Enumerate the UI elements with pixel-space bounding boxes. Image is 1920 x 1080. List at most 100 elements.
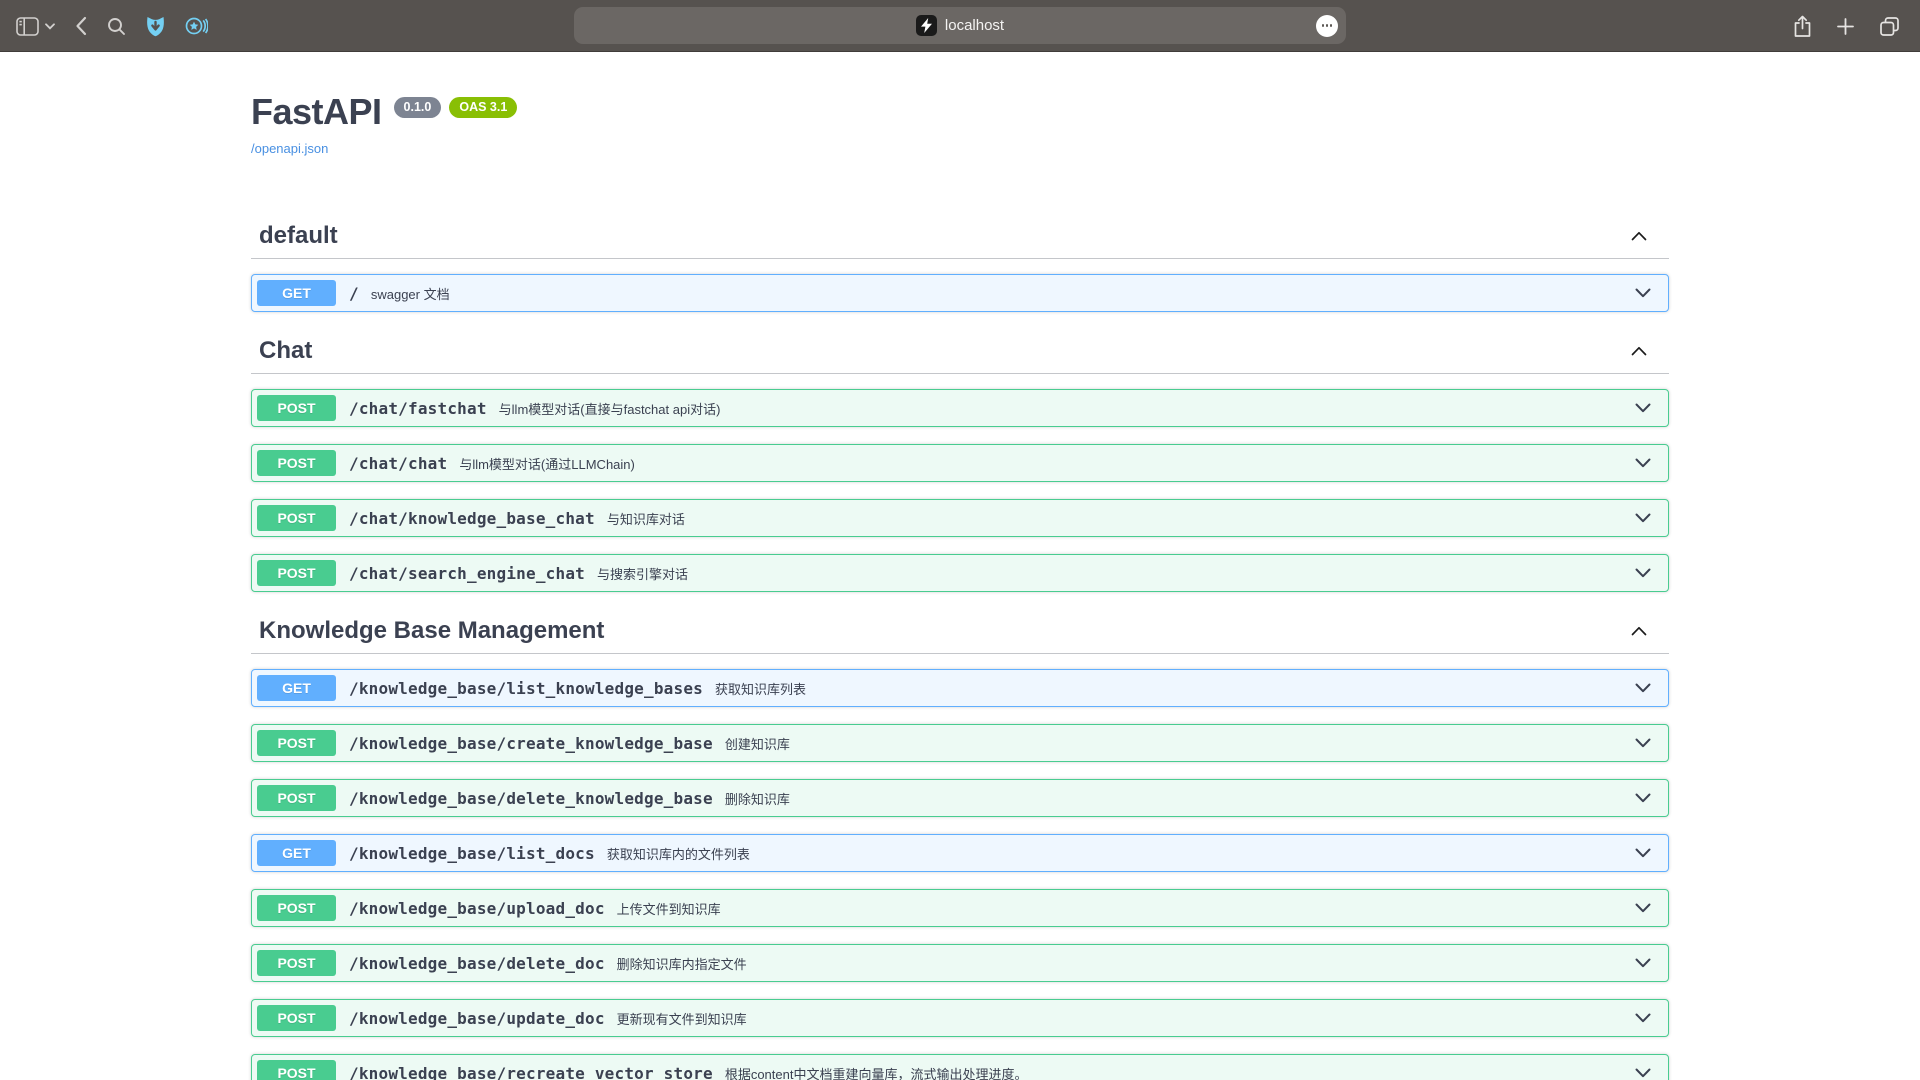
http-method-badge: POST <box>257 395 336 421</box>
back-button[interactable] <box>75 16 87 36</box>
api-operation-row: POST /knowledge_base/create_knowledge_ba… <box>251 724 1669 762</box>
operation-path: /knowledge_base/list_knowledge_bases <box>349 679 703 698</box>
api-operation-row: POST /chat/search_engine_chat 与搜索引擎对话 <box>251 554 1669 592</box>
operation-path: /knowledge_base/list_docs <box>349 844 595 863</box>
version-badge: 0.1.0 <box>394 97 442 118</box>
operation-path: /chat/chat <box>349 454 447 473</box>
operation-description: 获取知识库列表 <box>715 679 1623 698</box>
operation-description: 与知识库对话 <box>607 509 1623 528</box>
chevron-down-icon <box>1635 403 1651 413</box>
http-method-badge: GET <box>257 840 336 866</box>
http-method-badge: POST <box>257 450 336 476</box>
tab-overview-button[interactable] <box>1879 16 1900 37</box>
operation-description: 获取知识库内的文件列表 <box>607 844 1623 863</box>
api-sections: default GET / swagger 文档 <box>251 214 1669 1080</box>
expand-operation-button[interactable] <box>1623 793 1663 803</box>
api-operation-row: POST /knowledge_base/delete_doc 删除知识库内指定… <box>251 944 1669 982</box>
operation-summary[interactable]: POST /knowledge_base/create_knowledge_ba… <box>252 725 1668 761</box>
operation-path: /chat/knowledge_base_chat <box>349 509 595 528</box>
api-operation-row: POST /chat/knowledge_base_chat 与知识库对话 <box>251 499 1669 537</box>
expand-operation-button[interactable] <box>1623 1068 1663 1078</box>
operation-summary[interactable]: GET / swagger 文档 <box>252 275 1668 311</box>
adblock-extension-button[interactable] <box>146 16 165 37</box>
chevron-down-icon <box>1635 1068 1651 1078</box>
operation-summary[interactable]: POST /knowledge_base/upload_doc 上传文件到知识库 <box>252 890 1668 926</box>
chevron-down-icon <box>1635 513 1651 523</box>
sidebar-toggle-button[interactable] <box>16 17 39 36</box>
operation-summary[interactable]: POST /knowledge_base/recreate_vector_sto… <box>252 1055 1668 1080</box>
tag-header[interactable]: default <box>251 214 1669 259</box>
tag-header[interactable]: Chat <box>251 329 1669 374</box>
expand-operation-button[interactable] <box>1623 683 1663 693</box>
chevron-down-icon <box>1635 958 1651 968</box>
chevron-down-icon <box>1635 793 1651 803</box>
share-icon <box>1793 15 1812 38</box>
collapse-section-button[interactable] <box>1631 346 1669 356</box>
expand-operation-button[interactable] <box>1623 288 1663 298</box>
http-method-badge: POST <box>257 1005 336 1031</box>
sidebar-menu-button[interactable] <box>45 23 55 30</box>
operation-summary[interactable]: POST /chat/search_engine_chat 与搜索引擎对话 <box>252 555 1668 591</box>
operation-description: 删除知识库内指定文件 <box>617 954 1623 973</box>
expand-operation-button[interactable] <box>1623 848 1663 858</box>
search-icon <box>107 17 126 36</box>
expand-operation-button[interactable] <box>1623 568 1663 578</box>
chevron-up-icon <box>1631 231 1647 241</box>
expand-operation-button[interactable] <box>1623 1013 1663 1023</box>
operation-summary[interactable]: POST /knowledge_base/delete_knowledge_ba… <box>252 780 1668 816</box>
chevron-down-icon <box>1635 848 1651 858</box>
expand-operation-button[interactable] <box>1623 458 1663 468</box>
api-tag-section: default GET / swagger 文档 <box>251 214 1669 312</box>
operation-summary[interactable]: POST /knowledge_base/update_doc 更新现有文件到知… <box>252 1000 1668 1036</box>
operation-summary[interactable]: POST /chat/knowledge_base_chat 与知识库对话 <box>252 500 1668 536</box>
operation-path: /knowledge_base/upload_doc <box>349 899 605 918</box>
api-operation-row: GET / swagger 文档 <box>251 274 1669 312</box>
new-tab-button[interactable] <box>1836 17 1855 36</box>
back-icon <box>75 16 87 36</box>
share-button[interactable] <box>1793 15 1812 38</box>
chevron-down-icon <box>1635 738 1651 748</box>
operation-path: /chat/search_engine_chat <box>349 564 585 583</box>
operation-summary[interactable]: GET /knowledge_base/list_knowledge_bases… <box>252 670 1668 706</box>
api-operation-row: POST /knowledge_base/recreate_vector_sto… <box>251 1054 1669 1080</box>
tag-title: Chat <box>259 337 1631 365</box>
chevron-up-icon <box>1631 626 1647 636</box>
expand-operation-button[interactable] <box>1623 403 1663 413</box>
expand-operation-button[interactable] <box>1623 958 1663 968</box>
focus-extension-button[interactable] <box>185 16 208 36</box>
address-bar[interactable]: localhost <box>574 7 1346 44</box>
chevron-down-icon <box>1635 1013 1651 1023</box>
expand-operation-button[interactable] <box>1623 738 1663 748</box>
operation-path: /knowledge_base/create_knowledge_base <box>349 734 713 753</box>
openapi-spec-link[interactable]: /openapi.json <box>251 141 328 156</box>
operation-description: 更新现有文件到知识库 <box>617 1009 1623 1028</box>
collapse-section-button[interactable] <box>1631 626 1669 636</box>
http-method-badge: POST <box>257 505 336 531</box>
http-method-badge: GET <box>257 280 336 306</box>
operation-path: /knowledge_base/delete_doc <box>349 954 605 973</box>
tag-title: Knowledge Base Management <box>259 617 1631 645</box>
tag-header[interactable]: Knowledge Base Management <box>251 609 1669 654</box>
api-tag-section: Chat POST /chat/fastchat 与llm模型对话(直接与fas… <box>251 329 1669 592</box>
operation-description: 根据content中文档重建向量库，流式输出处理进度。 <box>725 1064 1623 1080</box>
operations-list: POST /chat/fastchat 与llm模型对话(直接与fastchat… <box>251 374 1669 592</box>
operation-summary[interactable]: POST /chat/fastchat 与llm模型对话(直接与fastchat… <box>252 390 1668 426</box>
page-title: FastAPI <box>251 94 382 130</box>
operation-summary[interactable]: GET /knowledge_base/list_docs 获取知识库内的文件列… <box>252 835 1668 871</box>
http-method-badge: POST <box>257 950 336 976</box>
browser-toolbar: localhost <box>0 0 1920 52</box>
operation-summary[interactable]: POST /chat/chat 与llm模型对话(通过LLMChain) <box>252 445 1668 481</box>
expand-operation-button[interactable] <box>1623 903 1663 913</box>
plus-icon <box>1836 17 1855 36</box>
search-button[interactable] <box>107 17 126 36</box>
chevron-up-icon <box>1631 346 1647 356</box>
collapse-section-button[interactable] <box>1631 231 1669 241</box>
operation-path: /chat/fastchat <box>349 399 487 418</box>
operation-summary[interactable]: POST /knowledge_base/delete_doc 删除知识库内指定… <box>252 945 1668 981</box>
http-method-badge: POST <box>257 895 336 921</box>
reader-options-button[interactable] <box>1316 15 1338 37</box>
focus-circle-star-icon <box>185 16 208 36</box>
operation-path: /knowledge_base/update_doc <box>349 1009 605 1028</box>
operation-description: 与搜索引擎对话 <box>597 564 1623 583</box>
expand-operation-button[interactable] <box>1623 513 1663 523</box>
